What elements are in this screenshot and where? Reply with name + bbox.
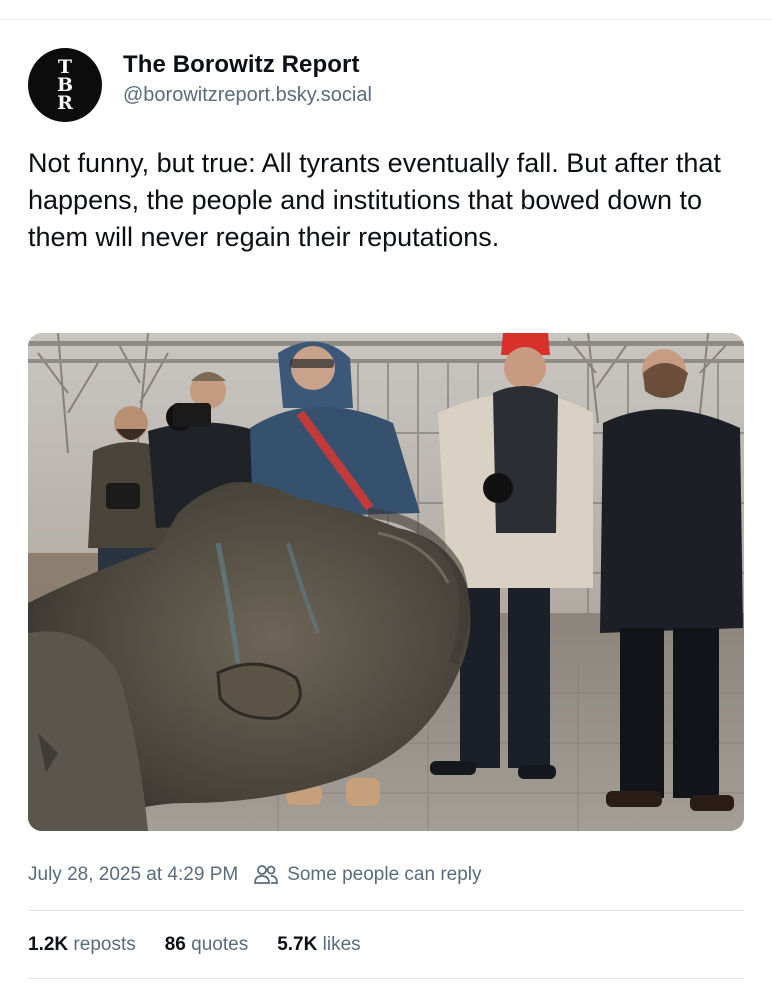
author-avatar[interactable]: T B R xyxy=(28,48,102,122)
toppled-statue-photo xyxy=(28,333,744,831)
engagement-stats: 1.2K reposts 86 quotes 5.7K likes xyxy=(28,931,390,959)
quotes-count: 86 xyxy=(164,934,186,955)
likes-count: 5.7K xyxy=(277,934,318,955)
reposts-label: reposts xyxy=(73,934,136,955)
reposts-stat[interactable]: 1.2K reposts xyxy=(28,934,136,956)
author-name[interactable]: The Borowitz Report xyxy=(123,51,360,79)
post-text: Not funny, but true: All tyrants eventua… xyxy=(28,148,721,252)
avatar-letter-3: R xyxy=(57,92,73,114)
quotes-label: quotes xyxy=(191,934,249,955)
top-divider xyxy=(0,19,772,20)
reposts-count: 1.2K xyxy=(28,934,69,955)
reply-setting[interactable]: Some people can reply xyxy=(287,864,481,886)
post-timestamp[interactable]: July 28, 2025 at 4:29 PM xyxy=(28,864,238,886)
stats-bottom-divider xyxy=(28,978,744,979)
people-icon xyxy=(253,864,279,886)
quotes-stat[interactable]: 86 quotes xyxy=(165,934,248,956)
author-handle[interactable]: @borowitzreport.bsky.social xyxy=(123,84,372,107)
likes-stat[interactable]: 5.7K likes xyxy=(277,934,360,956)
post-meta: July 28, 2025 at 4:29 PM Some people can… xyxy=(28,862,482,888)
likes-label: likes xyxy=(322,934,361,955)
post-image[interactable] xyxy=(28,333,744,831)
stats-top-divider xyxy=(28,910,744,911)
